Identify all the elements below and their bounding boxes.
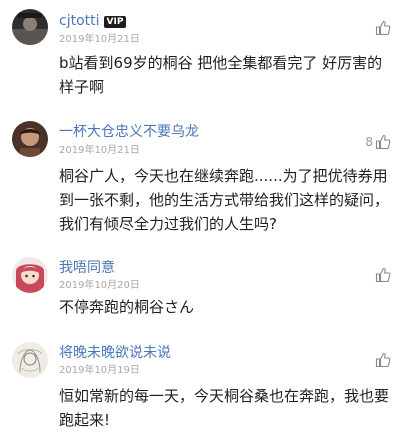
thumbs-up-icon xyxy=(375,20,391,36)
comment-date: 2019年10月19日 xyxy=(59,365,140,376)
comment-item: 我唔同意 2019年10月20日 不停奔跑的桐谷さん xyxy=(0,250,405,335)
username[interactable]: 一杯大仓忠义不要乌龙 xyxy=(59,124,199,141)
comment-text: 桐谷广人，今天也在继续奔跑......为了把优待券用到一张不剩，他的生活方式带给… xyxy=(59,167,390,233)
comment-item: 将晚未晚欲说未说 2019年10月19日 恒如常新的每一天，今天桐谷桑也在奔跑，… xyxy=(0,335,405,448)
comment-item: 一杯大仓忠义不要乌龙 2019年10月21日 桐谷广人，今天也在继续奔跑....… xyxy=(0,110,405,250)
user-avatar-icon xyxy=(12,121,48,157)
user-avatar-icon xyxy=(12,9,48,45)
username[interactable]: 将晚未晚欲说未说 xyxy=(59,345,171,362)
sketch-avatar-icon xyxy=(12,342,48,378)
thumbs-up-icon xyxy=(375,134,391,150)
comment-date: 2019年10月21日 xyxy=(59,145,140,156)
like-button[interactable] xyxy=(365,350,391,370)
like-button[interactable] xyxy=(365,18,391,38)
comment-date: 2019年10月20日 xyxy=(59,280,140,291)
comment-item: cjtotti VIP 2019年10月21日 b站看到69岁的桐谷 把他全集都看… xyxy=(0,0,405,110)
username-text[interactable]: cjtotti xyxy=(59,13,100,29)
avatar[interactable] xyxy=(12,121,48,157)
username[interactable]: 我唔同意 xyxy=(59,260,115,277)
like-button[interactable]: 8 xyxy=(355,132,391,152)
like-count: 8 xyxy=(365,135,373,149)
comment-text: b站看到69岁的桐谷 把他全集都看完了 好厉害的样子啊 xyxy=(59,54,383,96)
avatar[interactable] xyxy=(12,342,48,378)
username[interactable]: cjtotti VIP xyxy=(59,13,127,30)
comment-text: 恒如常新的每一天，今天桐谷桑也在奔跑，我也要跑起来! xyxy=(59,387,390,429)
comment-date: 2019年10月21日 xyxy=(59,34,140,45)
thumbs-up-icon xyxy=(375,267,391,283)
thumbs-up-icon xyxy=(375,352,391,368)
avatar[interactable] xyxy=(12,9,48,45)
comment-text: 不停奔跑的桐谷さん xyxy=(59,298,195,316)
avatar[interactable] xyxy=(12,257,48,293)
vip-badge: VIP xyxy=(103,16,127,28)
anime-avatar-icon xyxy=(12,257,48,293)
like-button[interactable] xyxy=(365,265,391,285)
